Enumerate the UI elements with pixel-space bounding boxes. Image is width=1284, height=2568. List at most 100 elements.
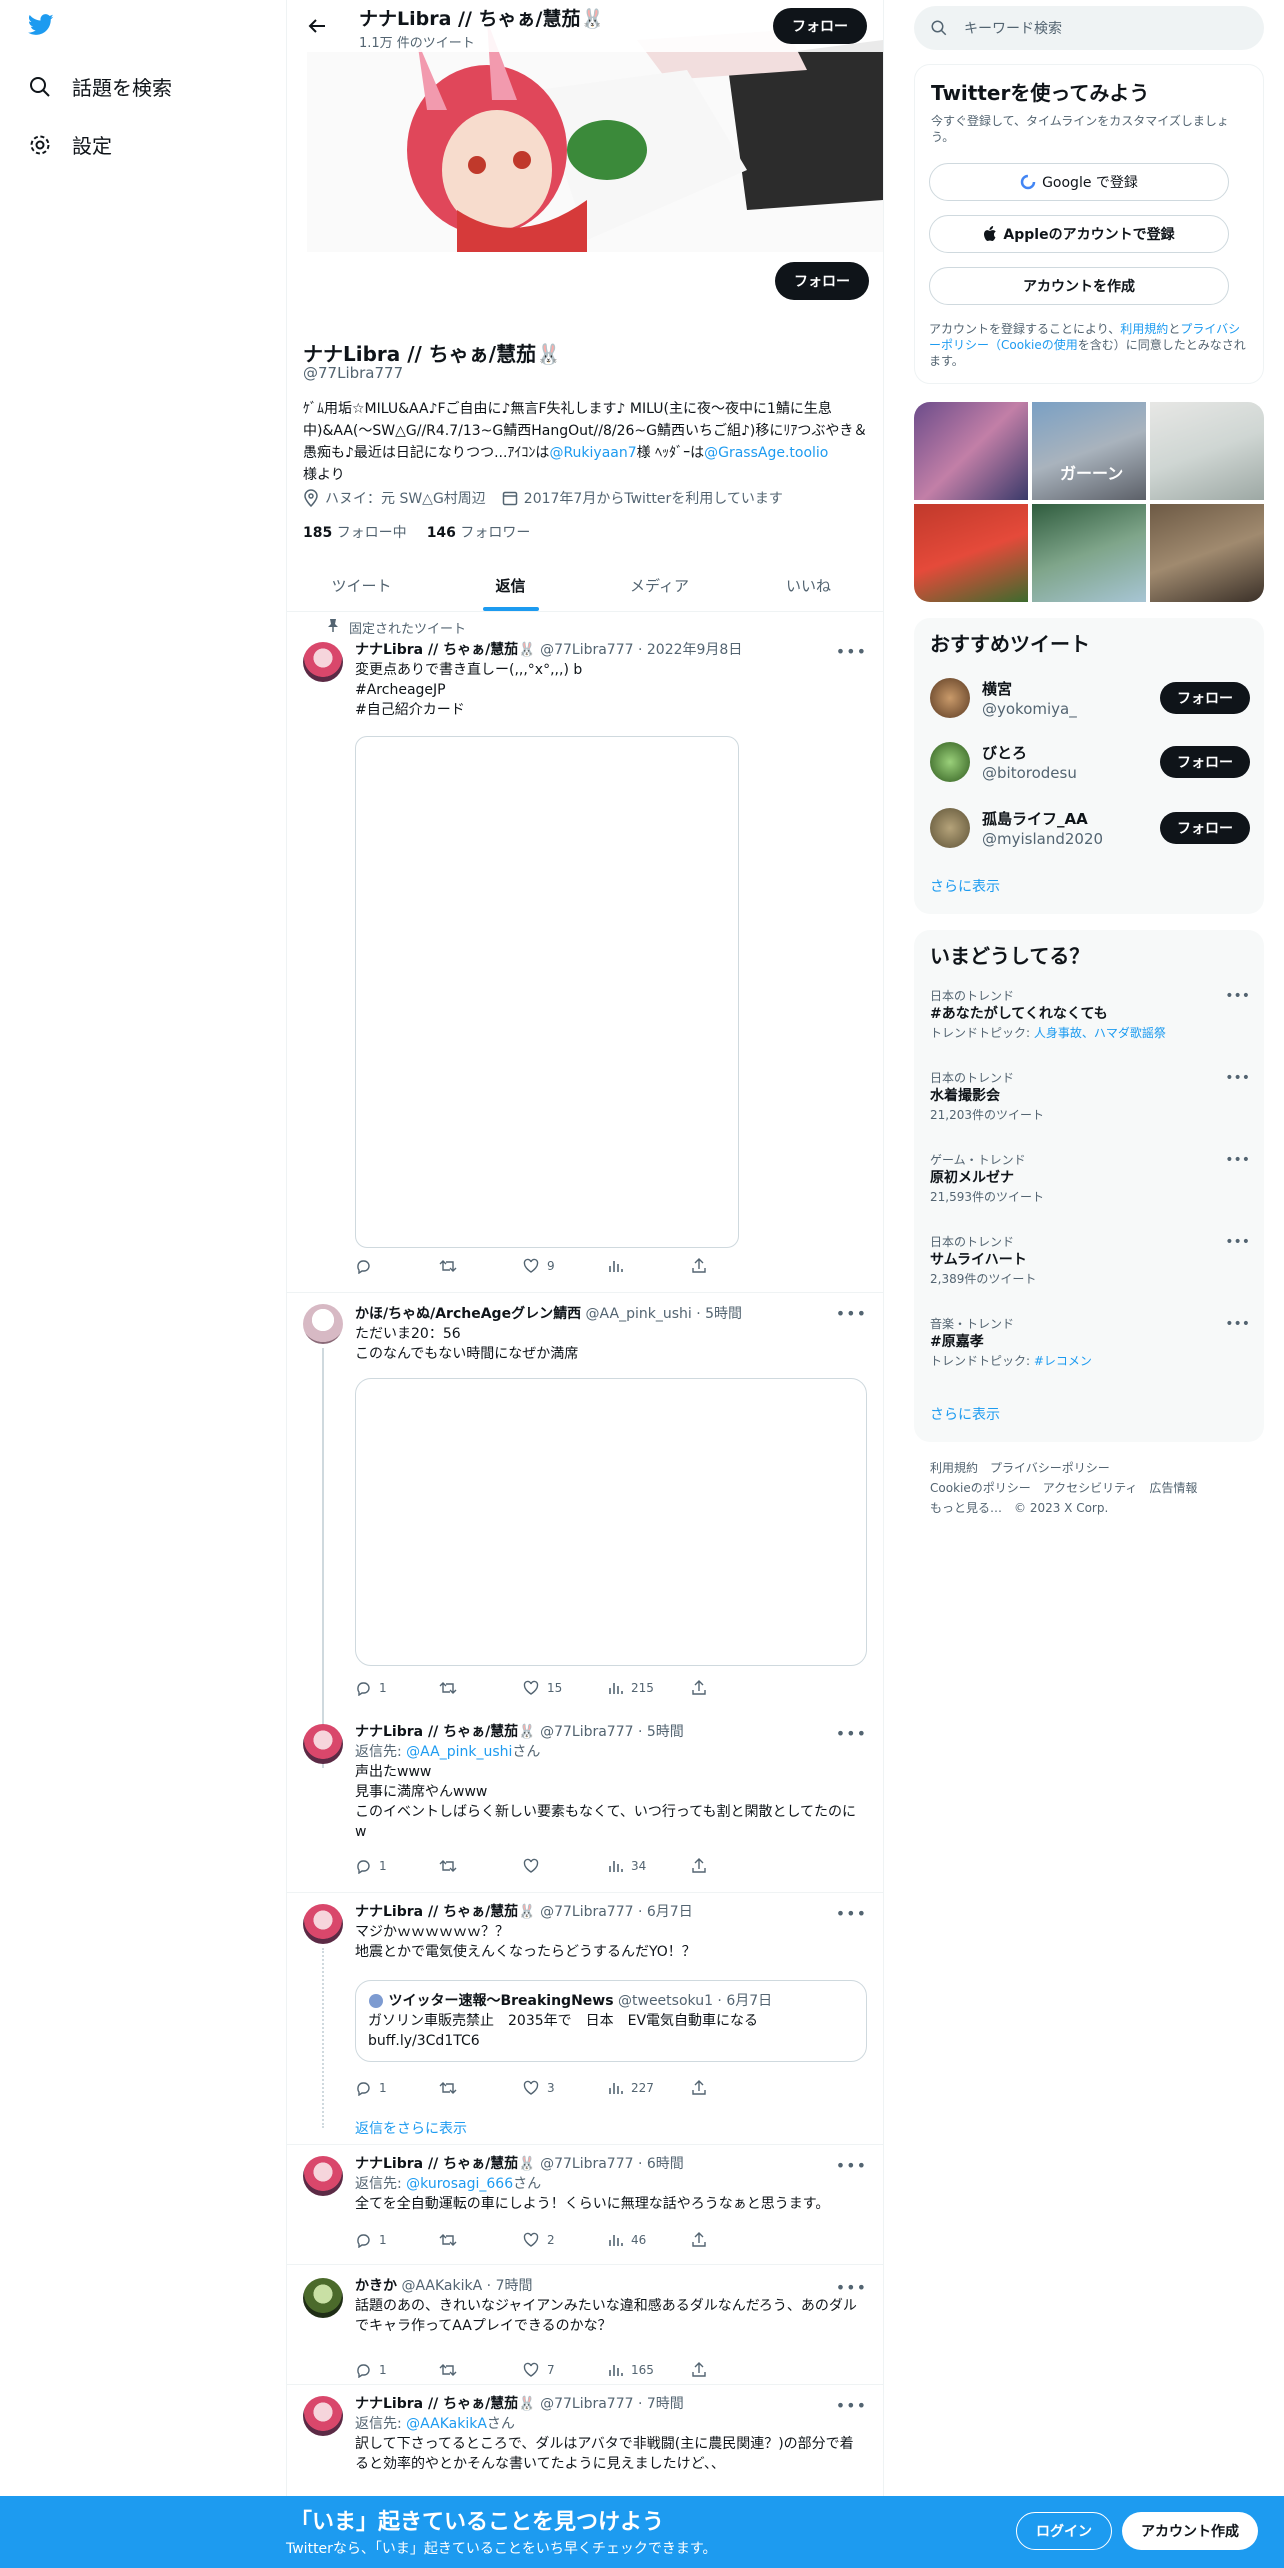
more-icon[interactable]: •••: [1225, 1152, 1250, 1168]
more-icon[interactable]: •••: [836, 1724, 867, 1743]
retweet-button[interactable]: [439, 2232, 523, 2248]
author-handle[interactable]: @77Libra777: [540, 2156, 633, 2172]
search-box[interactable]: キーワード検索: [914, 6, 1264, 50]
tweet-kakika[interactable]: かきか @AAKakikA · 7時間 話題のあの、きれいなジャイアンみたいな違…: [287, 2264, 883, 2394]
tweet-date[interactable]: 6時間: [647, 2156, 684, 2172]
views-button[interactable]: 165: [607, 2362, 691, 2378]
retweet-button[interactable]: [439, 1858, 523, 1874]
tweet-reply-kurosagi[interactable]: ナナLibra // ちゃぁ/慧茄🐰 @77Libra777 · 6時間 返信先…: [287, 2144, 883, 2264]
like-button[interactable]: [523, 1858, 607, 1874]
share-button[interactable]: [691, 2362, 775, 2378]
like-button[interactable]: 3: [523, 2080, 607, 2096]
trend-item[interactable]: 日本のトレンド #あなたがしてくれなくても トレンドトピック: 人身事故、ハマダ…: [930, 988, 1250, 1042]
google-signup-button[interactable]: Google で登録: [929, 163, 1229, 201]
media-thumb[interactable]: [914, 402, 1028, 500]
share-button[interactable]: [691, 1258, 775, 1274]
quoted-tweet[interactable]: ツイッター速報〜BreakingNews @tweetsoku1 · 6月7日 …: [355, 1980, 867, 2062]
media-thumb[interactable]: [914, 504, 1028, 602]
tweet-media[interactable]: [355, 1378, 867, 1666]
avatar[interactable]: [303, 2278, 343, 2318]
tweet-quote[interactable]: ナナLibra // ちゃぁ/慧茄🐰 @77Libra777 · 6月7日 マジ…: [287, 1892, 883, 2137]
trend-item[interactable]: 日本のトレンド 水着撮影会 21,203件のツイート •••: [930, 1070, 1250, 1124]
views-button[interactable]: [607, 1258, 691, 1274]
reply-button[interactable]: 1: [355, 1680, 439, 1696]
author-handle[interactable]: @77Libra777: [540, 1724, 633, 1740]
tweet-date[interactable]: 2022年9月8日: [647, 642, 742, 658]
tweet-reply-kakika[interactable]: ナナLibra // ちゃぁ/慧茄🐰 @77Libra777 · 7時間 返信先…: [287, 2384, 883, 2496]
reply-button[interactable]: 1: [355, 2080, 439, 2096]
tab-likes[interactable]: いいね: [734, 560, 883, 611]
share-button[interactable]: [691, 1858, 775, 1874]
apple-signup-button[interactable]: Appleのアカウントで登録: [929, 215, 1229, 253]
more-icon[interactable]: •••: [836, 2396, 867, 2415]
recommend-show-more[interactable]: さらに表示: [930, 876, 1000, 896]
avatar[interactable]: [303, 2396, 343, 2436]
tweet-reply-kaho[interactable]: ナナLibra // ちゃぁ/慧茄🐰 @77Libra777 · 5時間 返信先…: [287, 1712, 883, 1892]
trend-item[interactable]: 日本のトレンド サムライハート 2,389件のツイート •••: [930, 1234, 1250, 1288]
author-handle[interactable]: @AA_pink_ushi: [586, 1306, 692, 1322]
media-thumb[interactable]: ガーーン: [1032, 402, 1146, 500]
hashtag-self-intro[interactable]: #自己紹介カード: [355, 700, 867, 720]
login-button[interactable]: ログイン: [1016, 2512, 1112, 2550]
footer-line[interactable]: 利用規約 プライバシーポリシー: [930, 1458, 1197, 1478]
views-button[interactable]: 215: [607, 1680, 691, 1696]
reply-button[interactable]: 1: [355, 2362, 439, 2378]
more-icon[interactable]: •••: [1225, 988, 1250, 1004]
follow-button[interactable]: フォロー: [1160, 812, 1250, 844]
author-handle[interactable]: @77Libra777: [540, 642, 633, 658]
tab-replies[interactable]: 返信: [436, 560, 585, 611]
tab-tweets[interactable]: ツイート: [287, 560, 436, 611]
more-icon[interactable]: •••: [1225, 1316, 1250, 1332]
hashtag-archeagejp[interactable]: #ArcheageJP: [355, 680, 867, 700]
more-icon[interactable]: •••: [836, 1304, 867, 1323]
share-button[interactable]: [691, 1680, 775, 1696]
trends-show-more[interactable]: さらに表示: [930, 1404, 1000, 1424]
retweet-button[interactable]: [439, 1258, 523, 1274]
share-button[interactable]: [691, 2080, 775, 2096]
like-button[interactable]: 7: [523, 2362, 607, 2378]
author-name[interactable]: かほ/ちゃぬ/ArcheAgeグレン鯖西: [355, 1306, 581, 1322]
like-button[interactable]: 9: [523, 1258, 607, 1274]
bio-link-grassage[interactable]: @GrassAge.toolio: [704, 445, 828, 461]
show-more-replies-link[interactable]: 返信をさらに表示: [355, 2118, 467, 2138]
avatar[interactable]: [303, 2156, 343, 2196]
trend-item[interactable]: 音楽・トレンド #原嘉孝 トレンドトピック: #レコメン •••: [930, 1316, 1250, 1370]
retweet-button[interactable]: [439, 1680, 523, 1696]
more-icon[interactable]: •••: [836, 2278, 867, 2297]
recommend-user[interactable]: びとろ @bitorodesu フォロー: [930, 738, 1250, 786]
avatar[interactable]: [303, 1904, 343, 1944]
bio-link-rukiyaan[interactable]: @Rukiyaan7: [549, 445, 636, 461]
footer-line[interactable]: もっと見る… © 2023 X Corp.: [930, 1498, 1197, 1518]
retweet-button[interactable]: [439, 2362, 523, 2378]
author-name[interactable]: ナナLibra // ちゃぁ/慧茄🐰: [355, 642, 536, 658]
author-handle[interactable]: @77Libra777: [540, 2396, 633, 2412]
views-button[interactable]: 34: [607, 1858, 691, 1874]
author-handle[interactable]: @AAKakikA: [401, 2278, 482, 2294]
views-button[interactable]: 227: [607, 2080, 691, 2096]
author-handle[interactable]: @77Libra777: [540, 1904, 633, 1920]
views-button[interactable]: 46: [607, 2232, 691, 2248]
tweet-date[interactable]: 5時間: [705, 1306, 742, 1322]
like-button[interactable]: 2: [523, 2232, 607, 2248]
reply-handle-link[interactable]: @AAKakikA: [406, 2416, 487, 2432]
follow-button[interactable]: フォロー: [1160, 746, 1250, 778]
follow-button[interactable]: フォロー: [1160, 682, 1250, 714]
more-icon[interactable]: •••: [836, 2156, 867, 2175]
reply-button[interactable]: 1: [355, 2232, 439, 2248]
share-button[interactable]: [691, 2232, 775, 2248]
trend-topic-link[interactable]: #レコメン: [1034, 1354, 1092, 1368]
avatar[interactable]: [303, 1304, 343, 1344]
footer-line[interactable]: Cookieのポリシー アクセシビリティ 広告情報: [930, 1478, 1197, 1498]
author-name[interactable]: ナナLibra // ちゃぁ/慧茄🐰: [355, 2396, 536, 2412]
tweet-pinned[interactable]: 固定されたツイート ナナLibra // ちゃぁ/慧茄🐰 @77Libra777…: [287, 612, 883, 1292]
tab-media[interactable]: メディア: [585, 560, 734, 611]
terms-link[interactable]: 利用規約: [1120, 322, 1168, 336]
author-name[interactable]: ナナLibra // ちゃぁ/慧茄🐰: [355, 1724, 536, 1740]
more-icon[interactable]: •••: [1225, 1234, 1250, 1250]
media-thumb[interactable]: [1150, 402, 1264, 500]
reply-button[interactable]: 1: [355, 1858, 439, 1874]
reply-handle-link[interactable]: @AA_pink_ushi: [406, 1744, 512, 1760]
tweet-date[interactable]: 5時間: [647, 1724, 684, 1740]
tweet-date[interactable]: 6月7日: [647, 1904, 693, 1920]
more-icon[interactable]: •••: [836, 642, 867, 661]
